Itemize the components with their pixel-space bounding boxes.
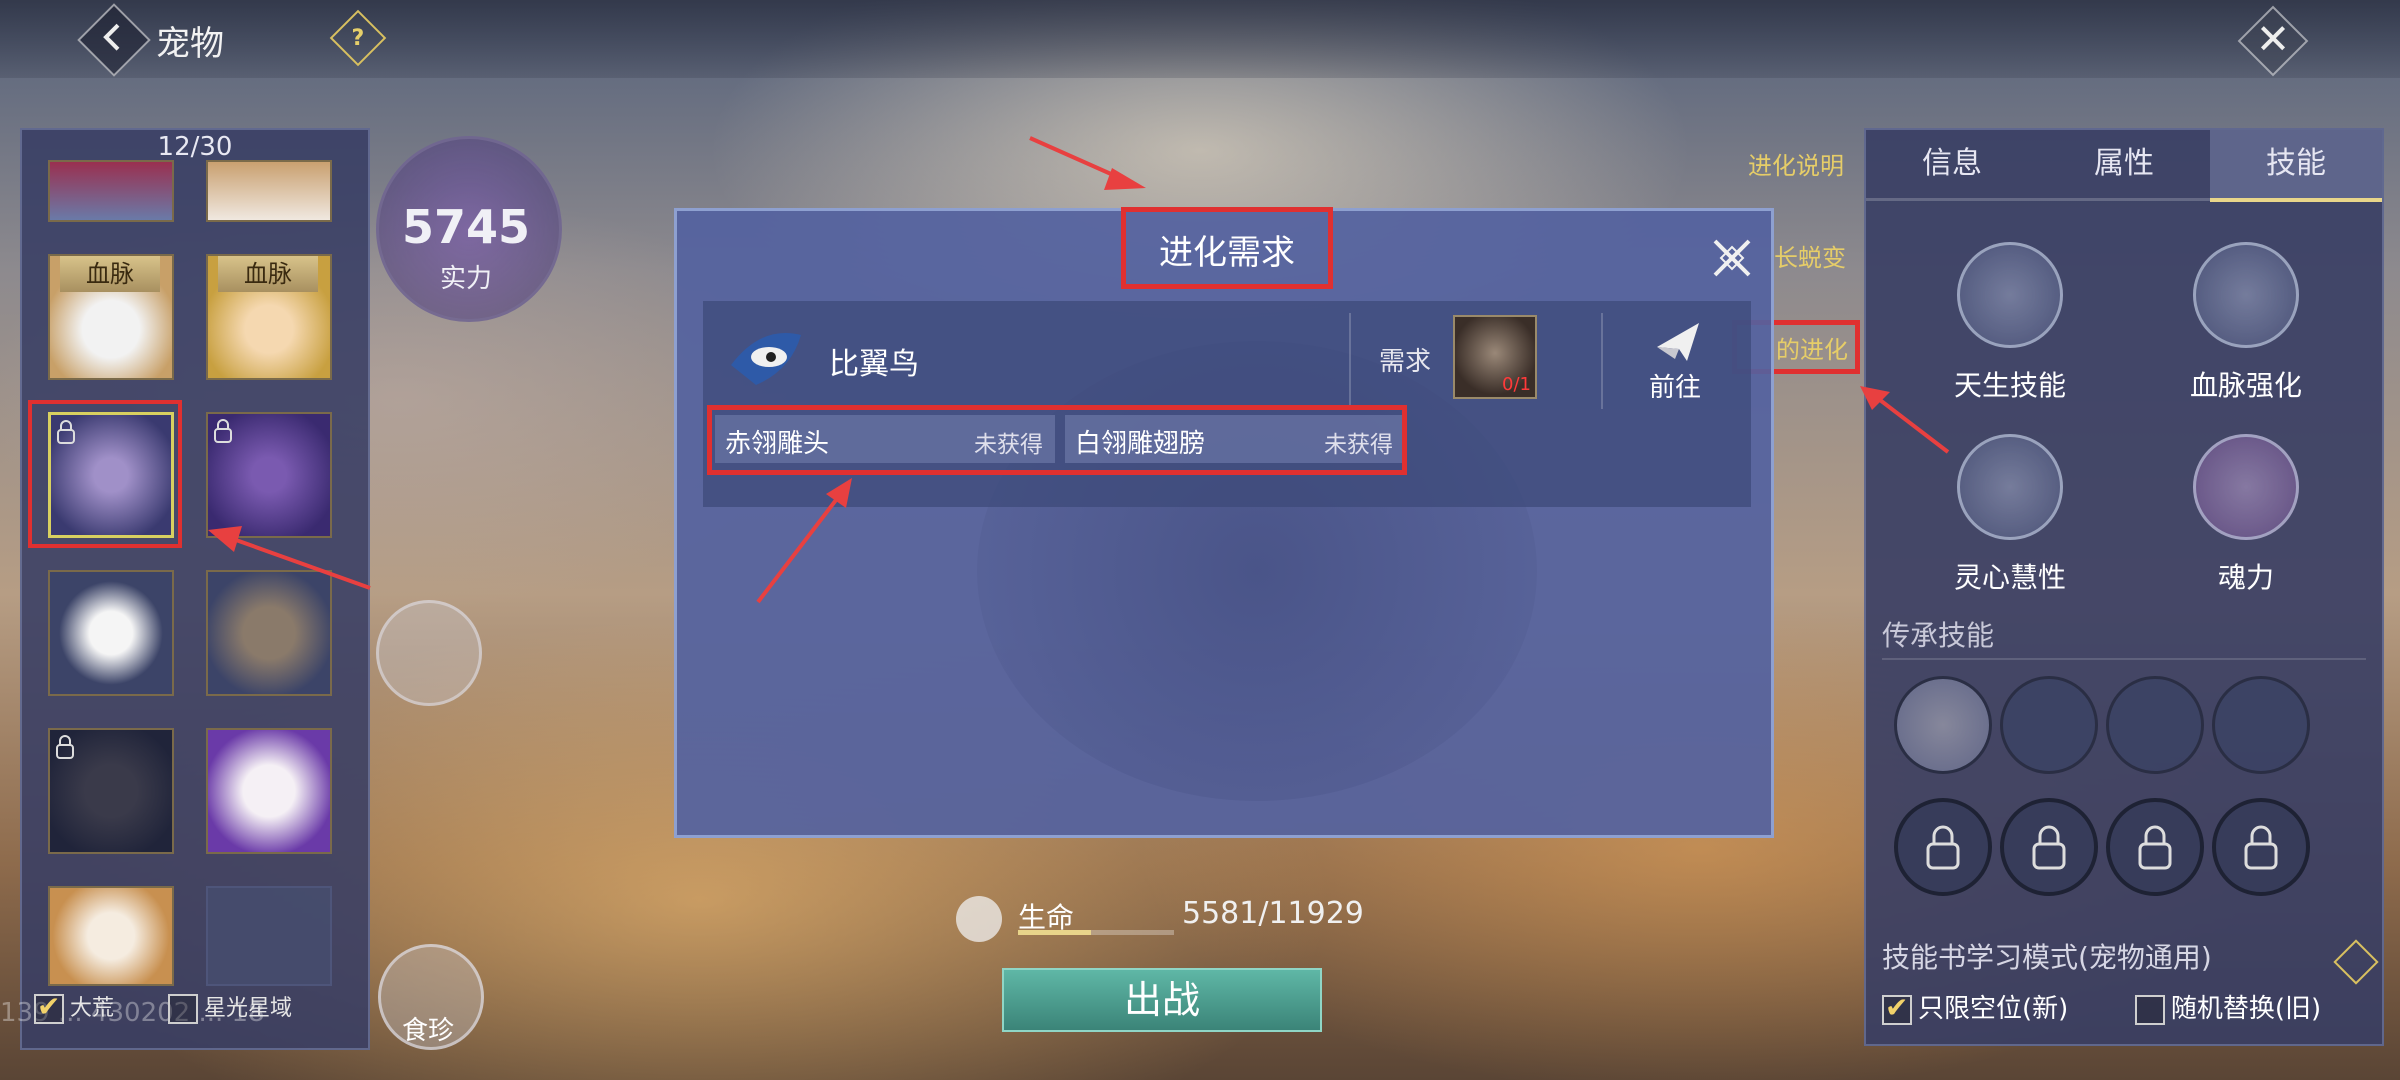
annotation-arrows <box>208 136 1950 604</box>
arrow-head <box>826 478 852 508</box>
arrow-head <box>1104 168 1146 190</box>
arrow-to-title <box>1029 136 1121 180</box>
arrow-to-evolution-tab <box>1878 398 1950 454</box>
arrow-to-materials <box>756 498 838 604</box>
arrow-to-selected-pet <box>235 538 371 590</box>
arrow-head <box>208 526 242 552</box>
